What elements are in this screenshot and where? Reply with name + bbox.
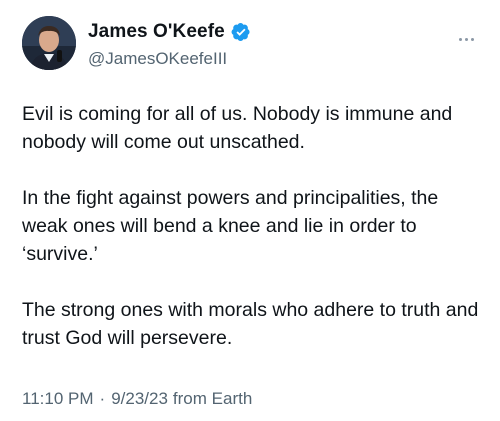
display-name-row: James O'Keefe — [88, 20, 251, 44]
tweet-source: from Earth — [172, 389, 253, 408]
tweet-time[interactable]: 11:10 PM — [22, 389, 94, 409]
tweet-text: Evil is coming for all of us. Nobody is … — [22, 100, 484, 352]
tweet-paragraph: In the fight against powers and principa… — [22, 187, 439, 265]
more-horizontal-icon[interactable] — [454, 34, 478, 44]
more-dot — [464, 37, 468, 41]
tweet-header: James O'Keefe @JamesOKeefeIII — [22, 12, 482, 80]
display-name[interactable]: James O'Keefe — [88, 21, 225, 43]
meta-separator: · — [99, 389, 106, 408]
avatar[interactable] — [22, 16, 76, 70]
more-dot — [458, 37, 462, 41]
more-dot — [470, 37, 474, 41]
verified-badge-icon[interactable] — [231, 22, 251, 42]
author-names: James O'Keefe @JamesOKeefeIII — [88, 20, 251, 69]
tweet-paragraph: The strong ones with morals who adhere t… — [22, 299, 479, 349]
tweet-meta: 11:10 PM · 9/23/23 from Earth — [22, 389, 252, 409]
author-handle[interactable]: @JamesOKeefeIII — [88, 49, 251, 69]
tweet-card: James O'Keefe @JamesOKeefeIII Evil is co… — [0, 0, 500, 421]
tweet-paragraph: Evil is coming for all of us. Nobody is … — [22, 103, 453, 153]
tweet-date[interactable]: 9/23/23 — [111, 389, 168, 409]
avatar-image — [22, 16, 76, 70]
